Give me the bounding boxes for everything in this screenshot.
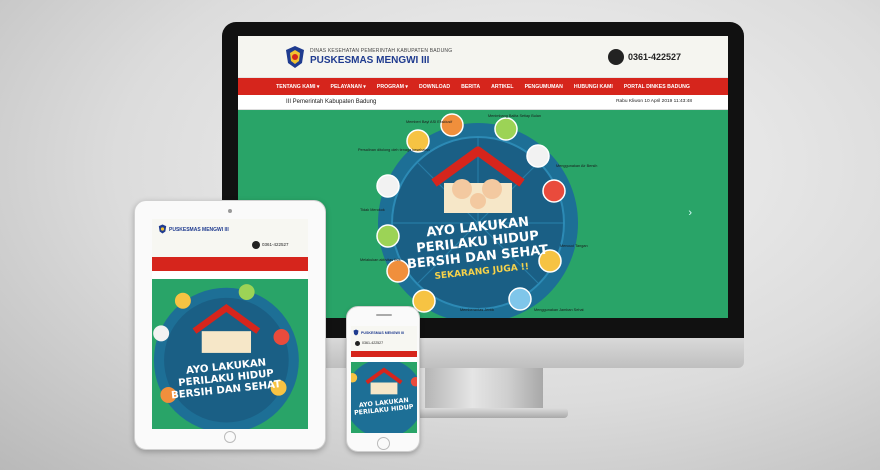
phone-icon — [608, 49, 624, 65]
poster-label-balita: Menimbang Balita Setiap Bulan — [488, 114, 541, 118]
phone-number-small: 0361-422527 — [362, 341, 384, 345]
tablet-nav[interactable] — [152, 257, 308, 271]
nav-berita[interactable]: BERITA — [461, 84, 480, 90]
imac-foot — [398, 408, 568, 418]
tablet-header: PUSKESMAS MENGWI III 0361-422527 — [152, 219, 308, 257]
phbs-poster-tiny: AYO LAKUKAN PERILAKU HIDUP — [351, 362, 417, 433]
badung-logo-icon — [158, 224, 167, 234]
poster-label-asi: Memberi Bayi ASI Eksklusif — [406, 120, 453, 124]
site-header: DINAS KESEHATAN PEMERINTAH KABUPATEN BAD… — [238, 36, 728, 78]
phbs-poster-small: AYO LAKUKAN PERILAKU HIDUP BERSIH DAN SE… — [153, 284, 299, 429]
site-name[interactable]: PUSKESMAS MENGWI III — [310, 55, 429, 66]
poster-label-air-bersih: Menggunakan Air Bersih — [556, 164, 597, 168]
phone-device: PUSKESMAS MENGWI III 0361-422527 AYO LAK… — [346, 306, 420, 452]
phone-number: 0361-422527 — [628, 52, 682, 62]
phone-hero: AYO LAKUKAN PERILAKU HIDUP — [351, 362, 417, 433]
poster-label-jentik: Memberantas Jentik — [460, 308, 494, 312]
nav-pengumuman[interactable]: PENGUMUMAN — [525, 84, 563, 90]
org-name: DINAS KESEHATAN PEMERINTAH KABUPATEN BAD… — [310, 48, 453, 54]
tablet-site-name[interactable]: PUSKESMAS MENGWI III — [169, 227, 229, 233]
poster-label-persalinan: Persalinan ditolong oleh tenaga kesehata… — [358, 148, 430, 152]
ticker-text: III Pemerintah Kabupaten Badung — [286, 99, 377, 105]
poster-label-jamban: Menggunakan Jamban Sehat — [534, 308, 585, 312]
poster-label-merokok: Tidak Merokok — [360, 208, 385, 212]
phone-website: PUSKESMAS MENGWI III 0361-422527 AYO LAK… — [351, 326, 417, 433]
nav-hubungi-kami[interactable]: HUBUNGI KAMI — [574, 84, 613, 90]
nav-portal-dinkes[interactable]: PORTAL DINKES BADUNG — [624, 84, 690, 90]
nav-artikel[interactable]: ARTIKEL — [491, 84, 513, 90]
phone-site-name[interactable]: PUSKESMAS MENGWI III — [361, 331, 404, 335]
poster-label-cuci-tangan: Mencuci Tangan — [560, 244, 588, 248]
phone-home-button — [377, 437, 390, 450]
tablet-hero: AYO LAKUKAN PERILAKU HIDUP BERSIH DAN SE… — [152, 279, 308, 429]
nav-pelayanan[interactable]: PELAYANAN ▾ — [331, 84, 366, 90]
imac-stand — [425, 368, 543, 410]
tablet-phone: 0361-422527 — [262, 242, 289, 247]
poster-label-aktivitas: Melakukan aktivitas fisik — [360, 258, 401, 262]
phone-icon — [252, 241, 260, 249]
badung-logo-icon — [353, 329, 359, 336]
nav-program[interactable]: PROGRAM ▾ — [377, 84, 408, 90]
nav-tentang-kami[interactable]: TENTANG KAMI ▾ — [276, 84, 319, 90]
badung-logo-icon — [286, 46, 304, 68]
tablet-ticker — [152, 271, 308, 279]
device-mockup-stage: DINAS KESEHATAN PEMERINTAH KABUPATEN BAD… — [0, 0, 880, 470]
tablet-home-button — [224, 431, 236, 443]
nav-download[interactable]: DOWNLOAD — [419, 84, 450, 90]
chevron-right-icon[interactable]: › — [688, 207, 692, 219]
news-ticker: III Pemerintah Kabupaten Badung Rabu Kli… — [238, 95, 728, 110]
phone-icon — [355, 341, 360, 346]
phone-header: PUSKESMAS MENGWI III 0361-422527 — [351, 326, 417, 351]
tablet-camera — [228, 209, 232, 213]
phone-speaker — [376, 314, 392, 316]
tablet-website: PUSKESMAS MENGWI III 0361-422527 AYO LAK… — [152, 219, 308, 429]
current-date: Rabu Kliwon 10 April 2019 11:43:48 — [616, 99, 692, 104]
main-nav: TENTANG KAMI ▾ PELAYANAN ▾ PROGRAM ▾ DOW… — [238, 78, 728, 95]
tablet-device: PUSKESMAS MENGWI III 0361-422527 AYO LAK… — [134, 200, 326, 450]
